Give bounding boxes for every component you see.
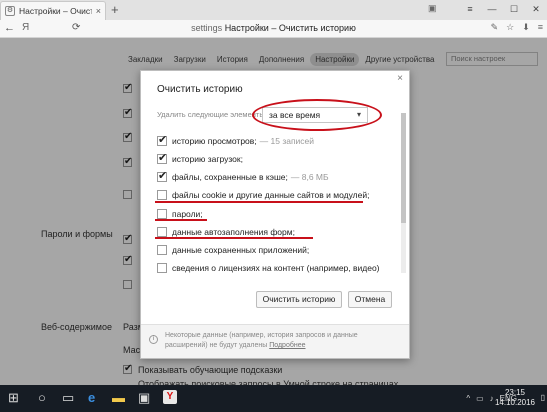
more-info-link[interactable]: Подробнее	[269, 342, 305, 349]
dialog-scrollbar[interactable]	[401, 113, 406, 273]
option-app-data[interactable]: данные сохраненных приложений;	[157, 243, 309, 257]
tray-expand-icon[interactable]: ^	[466, 394, 470, 403]
maximize-button[interactable]: ☐	[503, 4, 525, 15]
browser-menu-icon[interactable]: ≡	[538, 22, 543, 33]
search-icon[interactable]: ○	[38, 390, 46, 406]
dialog-footer: i Некоторые данные (например, история за…	[141, 324, 409, 358]
option-browsing-history[interactable]: историю просмотров; — 15 записей	[157, 133, 315, 148]
checkbox[interactable]	[157, 190, 167, 200]
option-label: историю загрузок;	[172, 154, 243, 164]
delete-items-label: Удалить следующие элементы:	[157, 110, 267, 119]
option-count: — 15 записей	[259, 136, 315, 146]
yandex-browser-icon[interactable]: Y	[163, 390, 177, 404]
tab-title: Настройки – Очистить ис	[19, 6, 92, 16]
url-field[interactable]: settings Настройки – Очистить историю	[0, 23, 547, 33]
browser-tab[interactable]: ⚙ Настройки – Очистить ис ×	[0, 1, 106, 20]
tab-close-icon[interactable]: ×	[96, 6, 101, 16]
option-download-history[interactable]: историю загрузок;	[157, 151, 243, 166]
option-label: данные сохраненных приложений;	[172, 245, 310, 255]
annotation-underline	[155, 219, 207, 221]
dialog-close-icon[interactable]: ×	[397, 73, 403, 84]
notifications-icon[interactable]: ▯	[541, 393, 545, 402]
clock-date: 14.10.2016	[494, 398, 535, 407]
option-label: данные автозаполнения форм;	[172, 227, 295, 237]
option-licenses[interactable]: сведения о лицензиях на контент (наприме…	[157, 261, 380, 275]
checkbox[interactable]	[157, 169, 167, 182]
option-label: файлы cookie и другие данные сайтов и мо…	[172, 190, 370, 200]
tabbar-extra-icon[interactable]: ▣	[428, 3, 437, 14]
volume-icon[interactable]: ♪	[490, 394, 494, 403]
option-label: файлы, сохраненные в кэше;	[172, 172, 288, 182]
checkbox[interactable]	[157, 209, 167, 219]
settings-favicon-icon: ⚙	[5, 6, 15, 16]
info-icon: i	[149, 335, 158, 344]
option-label: сведения о лицензиях на контент (наприме…	[172, 263, 380, 273]
annotation-underline	[155, 237, 313, 239]
network-icon[interactable]: ▭	[476, 394, 484, 403]
url-path: Настройки – Очистить историю	[224, 23, 356, 33]
tab-bar: ⚙ Настройки – Очистить ис × + ▣ ≡ — ☐ ✕	[0, 0, 547, 20]
address-bar: ← Я ⟳ settings Настройки – Очистить исто…	[0, 20, 547, 38]
option-label: пароли;	[172, 209, 203, 219]
note-text: Некоторые данные (например, история запр…	[165, 332, 358, 349]
window-controls: ≡ — ☐ ✕	[459, 0, 547, 18]
clock[interactable]: 23:15 14.10.2016	[495, 388, 535, 408]
checkbox[interactable]	[157, 245, 167, 255]
close-window-button[interactable]: ✕	[525, 4, 547, 15]
option-size: — 8,6 МБ	[290, 172, 329, 182]
new-tab-button[interactable]: +	[111, 3, 119, 16]
checkbox[interactable]	[157, 263, 167, 273]
cancel-button[interactable]: Отмена	[348, 291, 392, 308]
checkbox[interactable]	[157, 151, 167, 164]
windows-taskbar: ⊞ ○ ▭ e ▬ ▣ Y ^ ▭ ♪ ENG 23:15 14.10.2016…	[0, 385, 547, 412]
menu-button[interactable]: ≡	[459, 4, 481, 14]
url-host: settings	[191, 23, 223, 33]
checkbox[interactable]	[157, 227, 167, 237]
task-view-icon[interactable]: ▭	[62, 390, 74, 406]
edit-icon[interactable]: ✎	[491, 22, 499, 33]
dialog-note: Некоторые данные (например, история запр…	[165, 331, 395, 351]
clear-history-dialog: × Очистить историю Удалить следующие эле…	[140, 70, 410, 359]
checkbox[interactable]	[157, 133, 167, 146]
scrollbar-thumb[interactable]	[401, 113, 406, 223]
option-cache[interactable]: файлы, сохраненные в кэше; — 8,6 МБ	[157, 169, 329, 184]
edge-icon[interactable]: e	[88, 390, 95, 406]
option-cookies[interactable]: файлы cookie и другие данные сайтов и мо…	[157, 188, 369, 202]
address-bar-actions: ✎ ☆ ⬇ ≡	[491, 22, 543, 33]
start-icon[interactable]: ⊞	[8, 390, 19, 406]
file-explorer-icon[interactable]: ▬	[112, 390, 125, 406]
store-icon[interactable]: ▣	[138, 390, 150, 406]
annotation-oval	[252, 99, 382, 131]
clock-time: 23:15	[504, 388, 525, 397]
dialog-title: Очистить историю	[157, 84, 243, 95]
minimize-button[interactable]: —	[481, 4, 503, 14]
option-label: историю просмотров;	[172, 136, 257, 146]
annotation-underline	[155, 201, 363, 203]
clear-history-button[interactable]: Очистить историю	[256, 291, 342, 308]
downloads-icon[interactable]: ⬇	[522, 22, 530, 33]
bookmark-star-icon[interactable]: ☆	[506, 22, 514, 33]
